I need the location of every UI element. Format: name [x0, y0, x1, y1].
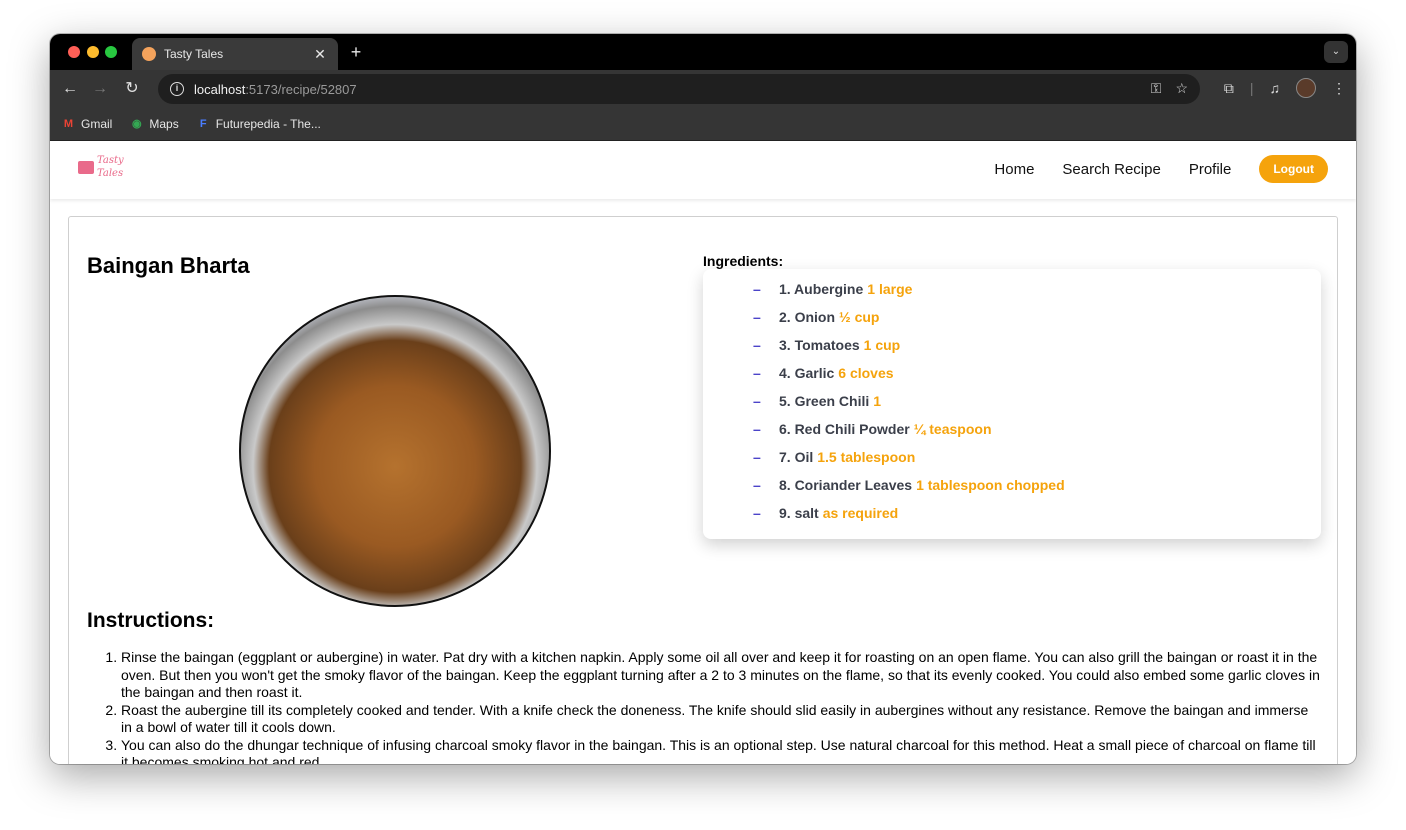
instruction-step: Roast the aubergine till its completely …	[121, 702, 1321, 737]
ingredient-name: 7. Oil	[779, 449, 814, 465]
tab-title: Tasty Tales	[164, 47, 224, 61]
dash-icon: –	[753, 477, 761, 493]
ingredient-qty: 1 tablespoon chopped	[916, 477, 1065, 493]
ingredient-item: – 8. Coriander Leaves 1 tablespoon chopped	[703, 471, 1321, 499]
maximize-window-button[interactable]	[105, 46, 117, 58]
gmail-icon: M	[63, 117, 74, 130]
ingredient-item: – 6. Red Chili Powder ¼ teaspoon	[703, 415, 1321, 443]
book-icon	[78, 160, 94, 174]
nav-search-recipe[interactable]: Search Recipe	[1062, 161, 1160, 178]
tab-search-icon[interactable]: ⌄	[1324, 41, 1348, 63]
site-header: Tasty Tales Home Search Recipe Profile L…	[50, 141, 1356, 199]
ingredient-item: – 7. Oil 1.5 tablespoon	[703, 443, 1321, 471]
dash-icon: –	[753, 337, 761, 353]
ingredient-qty: 1 cup	[863, 337, 901, 353]
url-path: :5173/recipe/52807	[245, 81, 357, 97]
ingredient-qty: ½ cup	[839, 309, 880, 325]
dash-icon: –	[753, 421, 761, 437]
bookmark-futurepedia[interactable]: F Futurepedia - The...	[197, 117, 321, 131]
ingredient-name: 6. Red Chili Powder	[779, 421, 910, 437]
forward-icon[interactable]: →	[90, 79, 110, 99]
site-info-icon[interactable]: i	[170, 82, 184, 96]
dash-icon: –	[753, 505, 761, 521]
ingredient-qty: 1	[873, 393, 882, 409]
media-control-icon[interactable]: ♫	[1270, 80, 1281, 96]
ingredient-name: 8. Coriander Leaves	[779, 477, 913, 493]
instruction-step: Rinse the baingan (eggplant or aubergine…	[121, 649, 1321, 702]
minimize-window-button[interactable]	[87, 46, 99, 58]
instruction-step: You can also do the dhungar technique of…	[121, 737, 1321, 765]
ingredient-name: 1. Aubergine	[779, 281, 864, 297]
address-bar[interactable]: i localhost :5173/recipe/52807 ⚿ ☆	[158, 74, 1200, 104]
close-tab-icon[interactable]: ✕	[312, 46, 328, 63]
logout-button[interactable]: Logout	[1259, 155, 1328, 183]
ingredient-item: – 3. Tomatoes 1 cup	[703, 331, 1321, 359]
ingredient-name: 2. Onion	[779, 309, 835, 325]
bookmark-label: Futurepedia - The...	[215, 117, 321, 131]
ingredient-name: 5. Green Chili	[779, 393, 870, 409]
site-logo[interactable]: Tasty Tales	[78, 154, 127, 180]
ingredient-name: 4. Garlic	[779, 365, 835, 381]
password-key-icon[interactable]: ⚿	[1151, 80, 1162, 97]
ingredient-item: – 1. Aubergine 1 large	[703, 275, 1321, 303]
ingredient-qty: 1.5 tablespoon	[817, 449, 916, 465]
ingredient-item: – 9. salt as required	[703, 499, 1321, 527]
instructions-heading: Instructions:	[87, 609, 215, 632]
dish-image	[239, 295, 551, 607]
instructions-list: Rinse the baingan (eggplant or aubergine…	[121, 649, 1321, 764]
browser-toolbar: ← → ↻ i localhost :5173/recipe/52807 ⚿ ☆…	[50, 70, 1356, 108]
futurepedia-icon: F	[199, 117, 207, 130]
ingredient-qty: ¼ teaspoon	[913, 421, 992, 437]
ingredient-qty: 6 cloves	[838, 365, 894, 381]
bookmark-maps[interactable]: ◉ Maps	[130, 117, 179, 131]
bookmark-label: Gmail	[81, 117, 113, 131]
ingredients-list: – 1. Aubergine 1 large – 2. Onion ½ cup – 3. …	[703, 269, 1321, 539]
new-tab-icon[interactable]: +	[346, 42, 366, 63]
ingredient-qty: as required	[822, 505, 899, 521]
recipe-title: Baingan Bharta	[87, 253, 250, 278]
tab-tasty-tales[interactable]: Tasty Tales ✕	[132, 38, 338, 70]
ingredient-name: 9. salt	[779, 505, 819, 521]
bookmarks-bar: M Gmail ◉ Maps F Futurepedia - The...	[50, 108, 1356, 141]
dash-icon: –	[753, 309, 761, 325]
recipe-card: Baingan Bharta Ingredients: – 1. Aubergin…	[68, 216, 1338, 764]
toolbar-divider: |	[1249, 80, 1254, 96]
bookmark-star-icon[interactable]: ☆	[1175, 80, 1188, 97]
bookmark-gmail[interactable]: M Gmail	[62, 117, 112, 131]
ingredient-item: – 2. Onion ½ cup	[703, 303, 1321, 331]
extensions-icon[interactable]: ⧉	[1224, 80, 1234, 97]
nav-home[interactable]: Home	[994, 161, 1034, 178]
ingredient-item: – 5. Green Chili 1	[703, 387, 1321, 415]
browser-window: Tasty Tales ✕ + ⌄ ← → ↻ i localhost :517…	[50, 34, 1356, 764]
back-icon[interactable]: ←	[60, 79, 80, 99]
close-window-button[interactable]	[68, 46, 80, 58]
maps-icon: ◉	[132, 117, 142, 130]
favicon-icon	[142, 47, 156, 61]
dash-icon: –	[753, 393, 761, 409]
tab-strip: Tasty Tales ✕ + ⌄	[50, 34, 1356, 70]
dash-icon: –	[753, 281, 761, 297]
ingredients-heading: Ingredients:	[703, 253, 784, 269]
bookmark-label: Maps	[149, 117, 179, 131]
ingredient-name: 3. Tomatoes	[779, 337, 860, 353]
reload-icon[interactable]: ↻	[122, 79, 142, 99]
menu-kebab-icon[interactable]: ⋮	[1332, 80, 1346, 97]
nav-profile[interactable]: Profile	[1189, 161, 1232, 178]
ingredient-item: – 4. Garlic 6 cloves	[703, 359, 1321, 387]
url-host: localhost	[194, 81, 246, 97]
profile-avatar[interactable]	[1296, 78, 1316, 98]
dash-icon: –	[753, 365, 761, 381]
ingredient-qty: 1 large	[867, 281, 913, 297]
page-content: Tasty Tales Home Search Recipe Profile L…	[50, 141, 1356, 764]
main-nav: Home Search Recipe Profile Logout	[994, 155, 1328, 183]
dash-icon: –	[753, 449, 761, 465]
logo-text: Tasty Tales	[97, 155, 124, 179]
